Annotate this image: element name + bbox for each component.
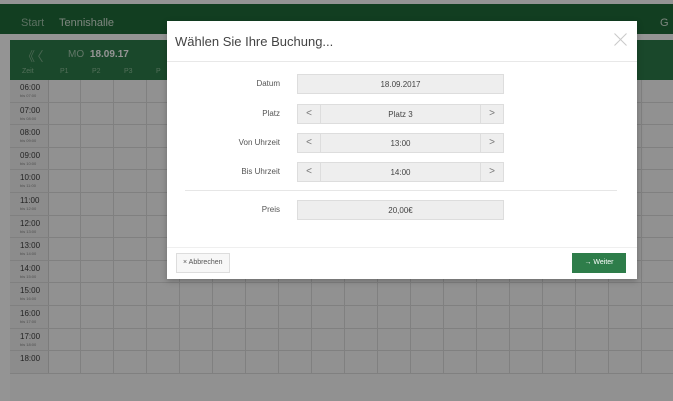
preis-label: Preis <box>261 205 280 214</box>
next-button[interactable]: → Weiter <box>572 253 626 273</box>
chevron-right-icon[interactable]: > <box>480 163 503 181</box>
platz-value: Platz 3 <box>388 110 413 119</box>
platz-selector: < Platz 3 > <box>297 104 504 124</box>
form-row-von-uhrzeit: Von Uhrzeit < 13:00 > <box>167 133 637 153</box>
von-uhrzeit-selector: < 13:00 > <box>297 133 504 153</box>
chevron-right-icon[interactable]: > <box>480 134 503 152</box>
modal-footer-divider <box>167 247 637 248</box>
preis-field: 20,00€ <box>297 200 504 220</box>
datum-field: 18.09.2017 <box>297 74 504 94</box>
chevron-right-icon[interactable]: > <box>480 105 503 123</box>
form-divider <box>185 190 617 191</box>
form-row-bis-uhrzeit: Bis Uhrzeit < 14:00 > <box>167 162 637 182</box>
bis-uhrzeit-label: Bis Uhrzeit <box>241 167 280 176</box>
modal-header-divider <box>167 61 637 62</box>
datum-value: 18.09.2017 <box>380 80 421 89</box>
form-row-platz: Platz < Platz 3 > <box>167 104 637 124</box>
platz-label: Platz <box>262 109 280 118</box>
bis-uhrzeit-value: 14:00 <box>390 168 411 177</box>
bis-uhrzeit-selector: < 14:00 > <box>297 162 504 182</box>
preis-value: 20,00€ <box>388 206 413 215</box>
datum-label: Datum <box>256 79 280 88</box>
von-uhrzeit-label: Von Uhrzeit <box>238 138 280 147</box>
form-row-datum: Datum 18.09.2017 <box>167 74 637 94</box>
modal-title: Wählen Sie Ihre Buchung... <box>175 34 334 49</box>
close-icon[interactable] <box>612 31 628 47</box>
von-uhrzeit-value: 13:00 <box>390 139 411 148</box>
cancel-button[interactable]: × Abbrechen <box>176 253 230 273</box>
booking-modal: Wählen Sie Ihre Buchung... Datum 18.09.2… <box>167 21 637 279</box>
form-row-preis: Preis 20,00€ <box>167 200 637 220</box>
